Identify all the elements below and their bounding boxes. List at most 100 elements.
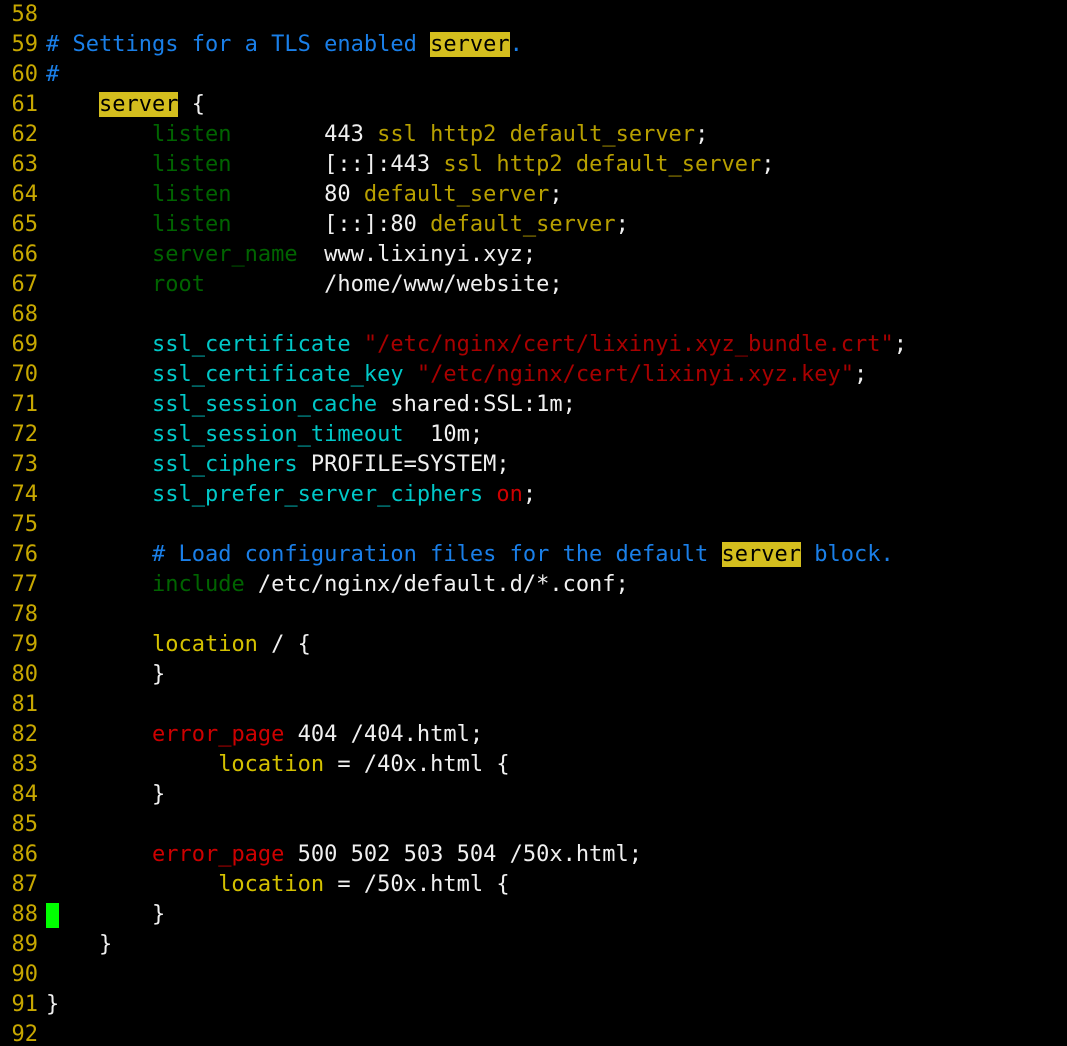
code-line-content[interactable]: listen [::]:80 default_server;: [38, 210, 629, 240]
code-line[interactable]: 73 ssl_ciphers PROFILE=SYSTEM;: [0, 450, 1067, 480]
line-number: 82: [11, 722, 39, 747]
line-number: 70: [11, 362, 39, 387]
code-line[interactable]: 69 ssl_certificate "/etc/nginx/cert/lixi…: [0, 330, 1067, 360]
code-line-content[interactable]: # Load configuration files for the defau…: [38, 540, 894, 570]
code-line[interactable]: 79 location / {: [0, 630, 1067, 660]
code-line-content[interactable]: ssl_session_cache shared:SSL:1m;: [38, 390, 576, 420]
code-line[interactable]: 71 ssl_session_cache shared:SSL:1m;: [0, 390, 1067, 420]
code-line[interactable]: 58: [0, 0, 1067, 30]
code-line-content[interactable]: location = /50x.html {: [38, 870, 509, 900]
code-token: ;: [893, 332, 907, 357]
line-number: 68: [11, 302, 39, 327]
code-token: server_name: [151, 242, 298, 267]
line-number: 75: [11, 512, 39, 537]
code-token: on: [496, 482, 523, 507]
code-line-content[interactable]: listen [::]:443 ssl http2 default_server…: [38, 150, 775, 180]
code-line[interactable]: 90: [0, 960, 1067, 990]
line-number: 63: [11, 152, 39, 177]
code-token: ;: [549, 182, 563, 207]
code-line[interactable]: 77 include /etc/nginx/default.d/*.conf;: [0, 570, 1067, 600]
code-line[interactable]: 78: [0, 600, 1067, 630]
code-line-content[interactable]: location / {: [38, 630, 311, 660]
line-number: 64: [11, 182, 39, 207]
code-line-content[interactable]: }: [38, 780, 165, 810]
code-line-content[interactable]: include /etc/nginx/default.d/*.conf;: [38, 570, 629, 600]
code-line-content[interactable]: location = /40x.html {: [38, 750, 510, 780]
code-line-content[interactable]: error_page 500 502 503 504 /50x.html;: [38, 840, 642, 870]
code-line[interactable]: 67 root /home/www/website;: [0, 270, 1067, 300]
code-line[interactable]: 70 ssl_certificate_key "/etc/nginx/cert/…: [0, 360, 1067, 390]
code-line-content[interactable]: server {: [38, 90, 205, 120]
code-token: ssl_session_cache: [151, 392, 378, 417]
code-line[interactable]: 91}: [0, 990, 1067, 1020]
code-token: listen: [151, 182, 232, 207]
code-line-content[interactable]: listen 80 default_server;: [38, 180, 563, 210]
code-token: "/etc/nginx/cert/lixinyi.xyz_bundle.crt": [363, 332, 894, 357]
line-number: 60: [11, 62, 39, 87]
code-line[interactable]: 88 }: [0, 900, 1067, 930]
code-line[interactable]: 81: [0, 690, 1067, 720]
line-number: 72: [11, 422, 39, 447]
code-line[interactable]: 83 location = /40x.html {: [0, 750, 1067, 780]
code-token: ssl http2 default_server: [430, 152, 762, 177]
code-line[interactable]: 80 }: [0, 660, 1067, 690]
code-line[interactable]: 75: [0, 510, 1067, 540]
code-editor-viewport[interactable]: 58 59 # Settings for a TLS enabled server.…: [0, 0, 1067, 1046]
code-line[interactable]: 92: [0, 1020, 1067, 1046]
code-token: .: [509, 32, 523, 57]
code-line-content[interactable]: #: [38, 60, 59, 90]
code-line-content[interactable]: }: [38, 930, 112, 960]
code-line[interactable]: 82 error_page 404 /404.html;: [0, 720, 1067, 750]
line-number: 78: [11, 602, 39, 627]
code-line[interactable]: 61 server {: [0, 90, 1067, 120]
line-number: 76: [11, 542, 39, 567]
code-line-content[interactable]: ssl_certificate "/etc/nginx/cert/lixinyi…: [38, 330, 907, 360]
code-line-content[interactable]: root /home/www/website;: [38, 270, 563, 300]
code-line[interactable]: 74 ssl_prefer_server_ciphers on;: [0, 480, 1067, 510]
code-line-content[interactable]: }: [38, 990, 59, 1020]
code-token: ;: [853, 362, 868, 387]
code-line-content[interactable]: ssl_ciphers PROFILE=SYSTEM;: [38, 450, 510, 480]
line-number: 69: [11, 332, 39, 357]
code-line-content[interactable]: ssl_session_timeout 10m;: [38, 420, 483, 450]
code-line-content[interactable]: listen 443 ssl http2 default_server;: [38, 120, 708, 150]
code-token: ;: [761, 152, 775, 177]
code-line[interactable]: 76 # Load configuration files for the de…: [0, 540, 1067, 570]
code-token: }: [46, 782, 166, 807]
code-line[interactable]: 64 listen 80 default_server;: [0, 180, 1067, 210]
code-line-content[interactable]: # Settings for a TLS enabled server.: [38, 30, 523, 60]
code-line[interactable]: 85: [0, 810, 1067, 840]
code-line[interactable]: 60 #: [0, 60, 1067, 90]
code-line-content[interactable]: server_name www.lixinyi.xyz;: [38, 240, 536, 270]
code-line[interactable]: 87 location = /50x.html {: [0, 870, 1067, 900]
code-line-content[interactable]: }: [38, 660, 165, 690]
code-line[interactable]: 65 listen [::]:80 default_server;: [0, 210, 1067, 240]
code-line[interactable]: 89 }: [0, 930, 1067, 960]
code-line[interactable]: 66 server_name www.lixinyi.xyz;: [0, 240, 1067, 270]
code-token: listen: [151, 152, 232, 177]
code-line[interactable]: 59 # Settings for a TLS enabled server.: [0, 30, 1067, 60]
code-line[interactable]: 72 ssl_session_timeout 10m;: [0, 420, 1067, 450]
code-line-content[interactable]: ssl_prefer_server_ciphers on;: [38, 480, 536, 510]
line-number: 77: [11, 572, 39, 597]
line-number: 90: [11, 962, 39, 987]
code-line[interactable]: 86 error_page 500 502 503 504 /50x.html;: [0, 840, 1067, 870]
line-number: 59: [11, 32, 39, 57]
code-token: = /40x.html {: [324, 752, 510, 777]
code-line[interactable]: 62 listen 443 ssl http2 default_server;: [0, 120, 1067, 150]
code-line[interactable]: 68: [0, 300, 1067, 330]
code-line-content[interactable]: ssl_certificate_key "/etc/nginx/cert/lix…: [38, 360, 867, 390]
code-line[interactable]: 63 listen [::]:443 ssl http2 default_ser…: [0, 150, 1067, 180]
code-line[interactable]: 84 }: [0, 780, 1067, 810]
code-token: ;: [615, 212, 629, 237]
code-line-content[interactable]: error_page 404 /404.html;: [38, 720, 483, 750]
